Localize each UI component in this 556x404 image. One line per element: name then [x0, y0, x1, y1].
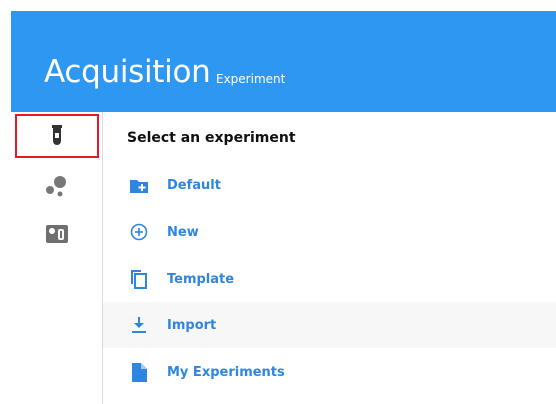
folder-plus-icon: [129, 175, 149, 195]
instrument-icon: [45, 224, 69, 244]
app-header: Acquisition Experiment: [11, 11, 556, 112]
test-tube-icon: [50, 125, 64, 147]
list-item-label: Default: [167, 177, 221, 193]
sidebar-item-analysis[interactable]: [15, 164, 99, 208]
section-title: Select an experiment: [127, 130, 296, 146]
list-item-label: My Experiments: [167, 364, 285, 380]
sidebar-item-acquisition[interactable]: [15, 114, 99, 158]
list-item-my-experiments[interactable]: My Experiments: [103, 349, 556, 395]
copy-icon: [129, 269, 149, 289]
experiment-panel: Select an experiment Default New Templat…: [103, 112, 556, 404]
app-window: Acquisition Experiment Select an experim…: [11, 11, 556, 404]
list-item-label: Template: [167, 271, 235, 287]
bubbles-icon: [45, 175, 69, 197]
download-icon: [129, 315, 149, 335]
sidebar-item-instrument[interactable]: [15, 212, 99, 256]
list-item-template[interactable]: Template: [103, 256, 556, 302]
list-item-new[interactable]: New: [103, 209, 556, 255]
list-item-import[interactable]: Import: [103, 302, 556, 348]
sidebar: [11, 112, 103, 404]
document-icon: [129, 362, 149, 382]
add-circle-icon: [129, 222, 149, 242]
list-item-label: New: [167, 224, 199, 240]
app-title: Acquisition: [44, 54, 211, 90]
list-item-label: Import: [167, 317, 217, 333]
app-subtitle: Experiment: [216, 72, 286, 86]
list-item-default[interactable]: Default: [103, 162, 556, 208]
